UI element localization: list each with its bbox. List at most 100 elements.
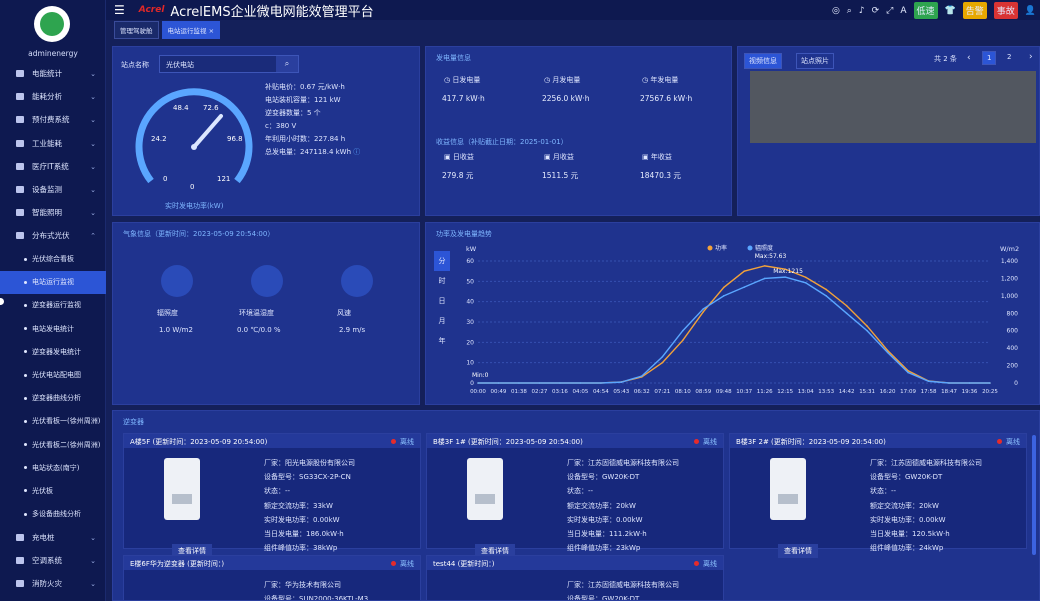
globe-icon[interactable]: ◎ xyxy=(832,6,840,16)
refresh-icon[interactable]: ⟳ xyxy=(872,6,880,16)
y-tick: 40 xyxy=(466,299,474,306)
inverter-title: B楼3F 1# (更新时间：2023-05-09 20:54:00) xyxy=(427,434,723,448)
x-tick: 08:59 xyxy=(695,389,711,395)
point xyxy=(784,276,786,278)
menu-icon xyxy=(16,116,24,124)
period-1[interactable]: 时 xyxy=(434,271,450,291)
menu-item-7[interactable]: 分布式光伏 ⌃ xyxy=(0,224,106,247)
search-icon[interactable]: ⌕ xyxy=(847,6,852,16)
period-3[interactable]: 月 xyxy=(434,311,450,331)
tab-station-monitor[interactable]: 电站运行监视 × xyxy=(161,21,221,39)
badge-low[interactable]: 低速 xyxy=(913,2,938,19)
username: adminenergy xyxy=(28,49,78,58)
station-stat-row: 电站装机容量：121 kW xyxy=(265,94,360,107)
info-icon[interactable]: ⓘ xyxy=(351,148,360,156)
menu-item-bottom-2[interactable]: 消防火灾 ⌄ xyxy=(0,572,106,595)
stat-value: 121 kW xyxy=(314,96,341,104)
search-icon[interactable]: ⌕ xyxy=(276,56,298,72)
page-1[interactable]: 1 xyxy=(982,51,997,65)
menu-icon xyxy=(16,186,24,194)
x-tick: 04:54 xyxy=(593,389,609,395)
text-icon[interactable]: A xyxy=(900,6,906,16)
trend-panel: 功率及发电量趋势 分时日月年 0 10 20 30 40 50 60 0 200 400 600 80… xyxy=(425,222,1040,405)
fullscreen-icon[interactable]: ⤢ xyxy=(886,6,893,16)
weather-label-1: 环境温湿度 xyxy=(239,309,274,317)
badge-accident[interactable]: 事故 xyxy=(993,2,1018,19)
close-icon[interactable]: × xyxy=(209,27,214,35)
submenu-item-2[interactable]: 逆变器运行监视 xyxy=(0,294,106,317)
top-bar: ☰ Acrel AcrelEMS企业微电网能效管理平台 ◎ ⌕ ♪ ⟳ ⤢ A … xyxy=(106,0,1040,20)
tab-photos[interactable]: 站点照片 xyxy=(796,53,834,69)
chevron-down-icon: ⌄ xyxy=(90,116,96,125)
tab-video[interactable]: 视频信息 xyxy=(744,53,782,69)
inverter-specs: 厂家：江苏固德威电源科技有限公司 设备型号：GW20K-DT 状态：-- 额定交流功率… xyxy=(567,456,679,555)
period-0[interactable]: 分 xyxy=(434,251,450,271)
chevron-down-icon: ⌄ xyxy=(90,556,96,565)
menu-toggle-icon[interactable]: ☰ xyxy=(114,3,125,17)
spec-row: 实时发电功率：0.00kW xyxy=(264,515,340,524)
menu-item-4[interactable]: 医疗IT系统 ⌄ xyxy=(0,155,106,178)
scrollbar[interactable] xyxy=(1032,435,1036,555)
status-text: 离线 xyxy=(400,438,414,446)
stat-value: 0.67 元/kW·h xyxy=(300,83,345,91)
submenu-item-11[interactable]: 多设备曲线分析 xyxy=(0,503,106,526)
submenu-item-8[interactable]: 光伏看板二(徐州周洲) xyxy=(0,433,106,456)
stat-label: 逆变器数量： xyxy=(265,109,307,117)
shirt-icon[interactable]: 👕 xyxy=(945,6,956,16)
submenu-item-1[interactable]: 电站运行监视 xyxy=(0,270,106,294)
submenu-item-4[interactable]: 逆变器发电统计 xyxy=(0,340,106,363)
weather-label-2: 风速 xyxy=(337,309,351,317)
y-tick: 50 xyxy=(466,278,474,285)
station-select[interactable]: 光伏电站 ⌕ xyxy=(159,55,299,73)
menu-item-2[interactable]: 预付费系统 ⌄ xyxy=(0,108,106,131)
status-dot xyxy=(694,439,699,444)
submenu-item-7[interactable]: 光伏看板一(徐州周洲) xyxy=(0,410,106,433)
stat-value: 380 V xyxy=(275,122,297,130)
menu-item-6[interactable]: 智能照明 ⌄ xyxy=(0,201,106,224)
station-select-value: 光伏电站 xyxy=(166,61,194,69)
x-tick: 13:04 xyxy=(798,389,814,395)
submenu-item-9[interactable]: 电站状态(南宁) xyxy=(0,456,106,479)
video-area[interactable] xyxy=(750,71,1036,143)
period-4[interactable]: 年 xyxy=(434,331,450,351)
app-title: AcrelEMS企业微电网能效管理平台 xyxy=(170,4,374,20)
period-2[interactable]: 日 xyxy=(434,291,450,311)
x-tick: 10:37 xyxy=(736,389,752,395)
spec-row: 设备型号：SUN2000-36KTL-M3 xyxy=(264,595,369,601)
chevron-down-icon: ⌄ xyxy=(90,139,96,148)
menu-item-0[interactable]: 电能统计 ⌄ xyxy=(0,62,106,85)
x-tick: 17:09 xyxy=(900,389,916,395)
submenu-item-0[interactable]: 光伏综合看板 xyxy=(0,248,106,271)
menu-item-bottom-3[interactable]: 环境监测⌄ xyxy=(0,595,106,601)
stat-label: 电站装机容量： xyxy=(265,96,314,104)
station-stat-row: 总发电量：247118.4 kWh ⓘ xyxy=(265,146,360,159)
page-2[interactable]: 2 xyxy=(1007,53,1011,61)
point xyxy=(743,286,746,288)
menu-item-5[interactable]: 设备监测 ⌄ xyxy=(0,178,106,201)
menu-item-bottom-0[interactable]: 充电桩 ⌄ xyxy=(0,526,106,549)
spec-row: 额定交流功率：33kW xyxy=(264,501,333,510)
submenu-item-6[interactable]: 逆变器曲线分析 xyxy=(0,387,106,410)
menu-item-bottom-1[interactable]: 空调系统 ⌄ xyxy=(0,549,106,572)
point xyxy=(702,311,705,313)
point xyxy=(866,329,868,332)
legend-label: 功率 xyxy=(715,244,727,252)
spec-row: 设备型号：GW20K-DT xyxy=(567,473,640,482)
submenu-item-3[interactable]: 电站发电统计 xyxy=(0,317,106,340)
user-avatar[interactable] xyxy=(34,6,70,42)
prev-page-icon[interactable]: ‹ xyxy=(967,53,971,63)
menu-item-3[interactable]: 工业能耗 ⌄ xyxy=(0,132,106,155)
series-line-0 xyxy=(478,265,990,384)
submenu-item-10[interactable]: 光伏板 xyxy=(0,479,106,502)
menu-item-1[interactable]: 能耗分析 ⌄ xyxy=(0,85,106,108)
badge-alarm[interactable]: 告警 xyxy=(962,2,987,19)
submenu-item-5[interactable]: 光伏电站配电图 xyxy=(0,363,106,386)
y2-tick: 200 xyxy=(1007,363,1019,370)
speaker-icon[interactable]: ♪ xyxy=(859,6,865,16)
user-icon[interactable]: 👤 xyxy=(1025,6,1036,16)
tab-cockpit[interactable]: 管理驾驶舱 xyxy=(114,21,159,39)
y2-tick: 0 xyxy=(1014,380,1018,387)
y2-tick: 400 xyxy=(1007,345,1019,352)
next-page-icon[interactable]: › xyxy=(1029,52,1033,62)
view-detail-button[interactable]: 查看详情 xyxy=(778,544,818,558)
